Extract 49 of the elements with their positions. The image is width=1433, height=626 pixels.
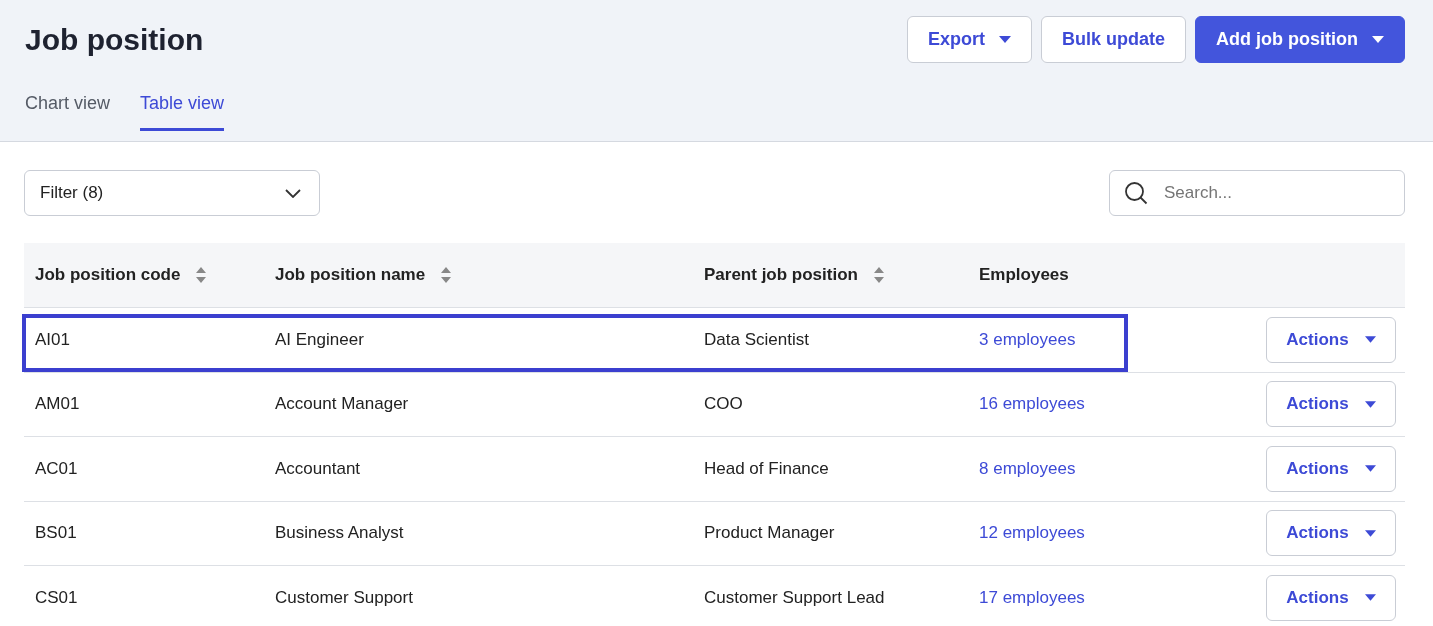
actions-button[interactable]: Actions xyxy=(1266,574,1396,621)
table-cell: BS01 xyxy=(35,523,77,544)
employees-link[interactable]: 3 employees xyxy=(979,329,1076,350)
column-header: Job position name xyxy=(275,265,426,285)
table-cell: AI01 xyxy=(35,329,70,350)
table-cell: Accountant xyxy=(275,458,361,479)
caret-icon xyxy=(1364,465,1376,473)
actions-button[interactable]: Actions xyxy=(1266,381,1396,428)
table-cell: Head of Finance xyxy=(704,458,829,479)
view-tab[interactable]: Chart view xyxy=(25,93,111,131)
actions-button[interactable]: Actions xyxy=(1266,510,1396,557)
caret-icon xyxy=(1364,400,1376,408)
caret-icon xyxy=(1364,594,1376,602)
actions-button[interactable]: Actions xyxy=(1266,445,1396,492)
sort-icon[interactable] xyxy=(441,267,452,283)
view-tab[interactable]: Table view xyxy=(140,93,225,131)
table-cell: Data Scientist xyxy=(704,329,809,350)
filter-dropdown[interactable]: Filter (8) xyxy=(24,170,320,216)
table-cell: Customer Support xyxy=(275,587,413,608)
table-cell: COO xyxy=(704,394,743,415)
dropdown-button[interactable]: Export xyxy=(907,16,1032,63)
caret-icon xyxy=(999,36,1011,43)
search-field[interactable]: Search... xyxy=(1109,170,1405,216)
column-header: Job position code xyxy=(35,265,181,285)
dropdown-button[interactable]: Add job position xyxy=(1195,16,1405,63)
caret-icon xyxy=(1372,36,1384,43)
column-header: Employees xyxy=(979,265,1069,285)
caret-icon xyxy=(1364,336,1376,344)
sort-icon[interactable] xyxy=(196,267,207,283)
table-cell: AI Engineer xyxy=(275,329,364,350)
table-cell: Business Analyst xyxy=(275,523,404,544)
actions-button[interactable]: Actions xyxy=(1266,316,1396,363)
table-cell: Customer Support Lead xyxy=(704,587,885,608)
sort-icon[interactable] xyxy=(873,267,884,283)
employees-link[interactable]: 12 employees xyxy=(979,523,1085,544)
column-header: Parent job position xyxy=(704,265,858,285)
chevron-down-icon xyxy=(285,188,301,198)
table-cell: AM01 xyxy=(35,394,80,415)
search-icon xyxy=(1124,181,1148,205)
employees-link[interactable]: 8 employees xyxy=(979,458,1076,479)
table-cell: CS01 xyxy=(35,587,78,608)
caret-icon xyxy=(1364,529,1376,537)
action-button[interactable]: Bulk update xyxy=(1041,16,1186,63)
page-title: Job position xyxy=(25,22,204,57)
table-cell: Account Manager xyxy=(275,394,409,415)
employees-link[interactable]: 16 employees xyxy=(979,394,1085,415)
table-cell: Product Manager xyxy=(704,523,835,544)
table-cell: AC01 xyxy=(35,458,78,479)
employees-link[interactable]: 17 employees xyxy=(979,587,1085,608)
